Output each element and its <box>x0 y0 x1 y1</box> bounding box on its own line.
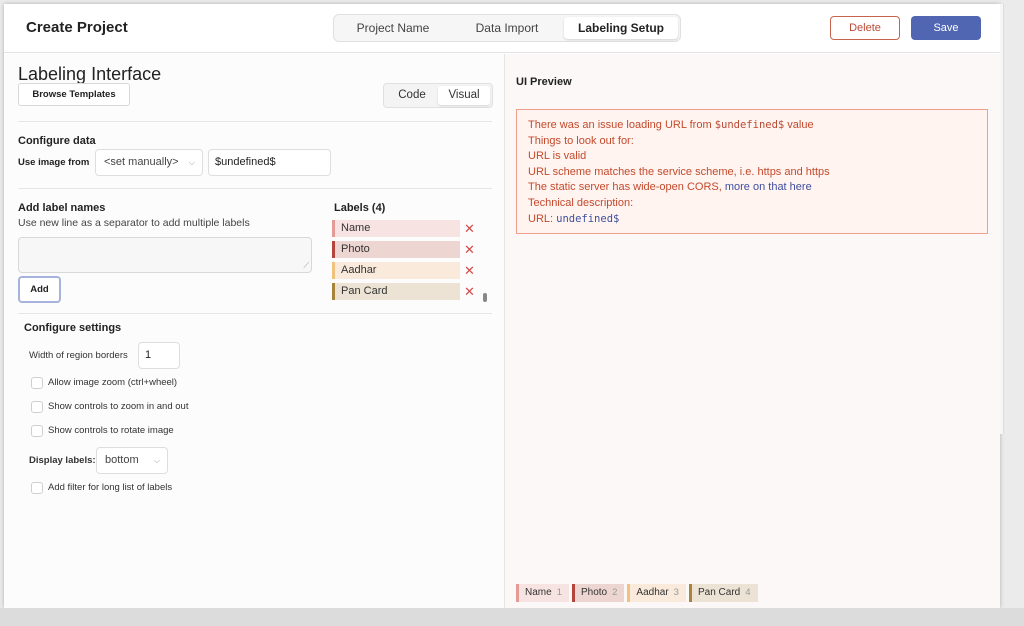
header-bar: Create Project Project Name Data Import … <box>4 4 1000 53</box>
visual-mode-button[interactable]: Visual <box>438 86 490 105</box>
label-names-textarea[interactable]: ⟋ <box>18 237 312 273</box>
add-labels-button[interactable]: Add <box>18 276 61 303</box>
zoom-controls-label: Show controls to zoom in and out <box>48 401 189 412</box>
delete-button[interactable]: Delete <box>830 16 900 40</box>
remove-label-icon[interactable]: ✕ <box>464 262 475 279</box>
save-button[interactable]: Save <box>911 16 981 40</box>
label-item-aadhar[interactable]: Aadhar <box>332 262 460 279</box>
error-line: URL is valid <box>528 150 587 163</box>
remove-label-icon[interactable]: ✕ <box>464 241 475 258</box>
divider <box>18 188 492 189</box>
code-mode-button[interactable]: Code <box>386 86 438 105</box>
browse-templates-button[interactable]: Browse Templates <box>18 83 130 106</box>
error-code: $undefined$ <box>714 119 785 131</box>
use-image-from-label: Use image from <box>18 157 90 168</box>
rotate-controls-label: Show controls to rotate image <box>48 425 174 436</box>
code-visual-toggle: Code Visual <box>383 83 493 108</box>
chip-photo[interactable]: Photo 2 <box>571 584 625 602</box>
tab-data-import[interactable]: Data Import <box>450 17 564 39</box>
config-panel: Labeling Interface Browse Templates Code… <box>4 54 504 608</box>
create-project-window: Create Project Project Name Data Import … <box>4 4 1000 608</box>
chevron-down-icon: ⌵ <box>153 456 160 465</box>
rotate-controls-checkbox[interactable] <box>31 425 43 437</box>
chip-label: Photo <box>580 587 608 598</box>
configure-data-title: Configure data <box>18 135 96 147</box>
error-text: There was an issue loading URL from <box>528 119 715 131</box>
label-item-pan-card[interactable]: Pan Card <box>332 283 460 300</box>
ui-preview-title: UI Preview <box>516 76 572 88</box>
remove-label-icon[interactable]: ✕ <box>464 220 475 237</box>
image-source-value: <set manually> <box>104 156 179 168</box>
window-scrollbar[interactable] <box>1000 4 1004 434</box>
display-labels-label: Display labels: <box>29 455 96 466</box>
error-line: Things to look out for: <box>528 134 634 147</box>
remove-label-icon[interactable]: ✕ <box>464 283 475 300</box>
label-filter-label: Add filter for long list of labels <box>48 482 173 493</box>
chip-hotkey: 2 <box>612 587 618 598</box>
ui-preview-panel: UI Preview There was an issue loading UR… <box>505 54 1000 608</box>
error-line: URL scheme matches the service scheme, i… <box>528 165 830 178</box>
error-url: undefined$ <box>556 212 620 225</box>
step-tabs: Project Name Data Import Labeling Setup <box>333 14 681 42</box>
region-border-label: Width of region borders <box>29 350 128 361</box>
labels-scrollbar[interactable] <box>483 293 487 302</box>
error-message-box: There was an issue loading URL from $und… <box>516 109 988 234</box>
label-item-photo[interactable]: Photo <box>332 241 460 258</box>
resize-handle-icon[interactable]: ⟋ <box>303 261 309 271</box>
chip-hotkey: 1 <box>556 587 562 598</box>
image-source-select[interactable]: <set manually> ⌵ <box>95 149 203 176</box>
image-zoom-label: Allow image zoom (ctrl+wheel) <box>48 377 178 388</box>
page-title: Create Project <box>26 19 128 36</box>
chip-label: Pan Card <box>697 587 741 598</box>
error-line: There was an issue loading URL from $und… <box>528 118 976 134</box>
error-line: The static server has wide-open CORS, mo… <box>528 180 976 196</box>
image-value-input[interactable]: $undefined$ <box>208 149 331 176</box>
label-filter-checkbox[interactable] <box>31 482 43 494</box>
add-label-names-title: Add label names <box>18 202 106 214</box>
region-border-input[interactable]: 1 <box>138 342 180 369</box>
divider <box>18 313 492 314</box>
image-zoom-checkbox[interactable] <box>31 377 43 389</box>
error-text: value <box>784 119 814 131</box>
error-line: URL: undefined$ <box>528 212 976 228</box>
chip-label: Aadhar <box>636 587 669 598</box>
error-text: URL: <box>528 212 557 225</box>
label-chips: Name 1 Photo 2 Aadhar 3 Pan Card 4 <box>516 584 758 602</box>
cors-help-link[interactable]: more on that here <box>725 181 812 193</box>
error-text: The static server has wide-open CORS, <box>528 181 725 194</box>
background-strip <box>0 608 1024 626</box>
tab-project-name[interactable]: Project Name <box>336 17 450 39</box>
configure-settings-title: Configure settings <box>24 322 122 334</box>
tab-labeling-setup[interactable]: Labeling Setup <box>564 17 678 39</box>
display-labels-select[interactable]: bottom ⌵ <box>96 447 168 474</box>
labels-list-title: Labels (4) <box>334 202 386 214</box>
chip-hotkey: 3 <box>673 587 679 598</box>
display-labels-value: bottom <box>105 454 139 466</box>
add-labels-helper-text: Use new line as a separator to add multi… <box>18 217 250 229</box>
chip-label: Name <box>525 587 552 598</box>
label-item-name[interactable]: Name <box>332 220 460 237</box>
labeling-interface-heading: Labeling Interface <box>18 64 162 84</box>
chip-name[interactable]: Name 1 <box>516 584 569 602</box>
chip-pan-card[interactable]: Pan Card 4 <box>688 584 758 602</box>
chip-aadhar[interactable]: Aadhar 3 <box>627 584 686 602</box>
zoom-controls-checkbox[interactable] <box>31 401 43 413</box>
chevron-down-icon: ⌵ <box>188 158 195 167</box>
chip-hotkey: 4 <box>745 587 751 598</box>
divider <box>18 121 492 122</box>
error-line: Technical description: <box>528 196 634 209</box>
